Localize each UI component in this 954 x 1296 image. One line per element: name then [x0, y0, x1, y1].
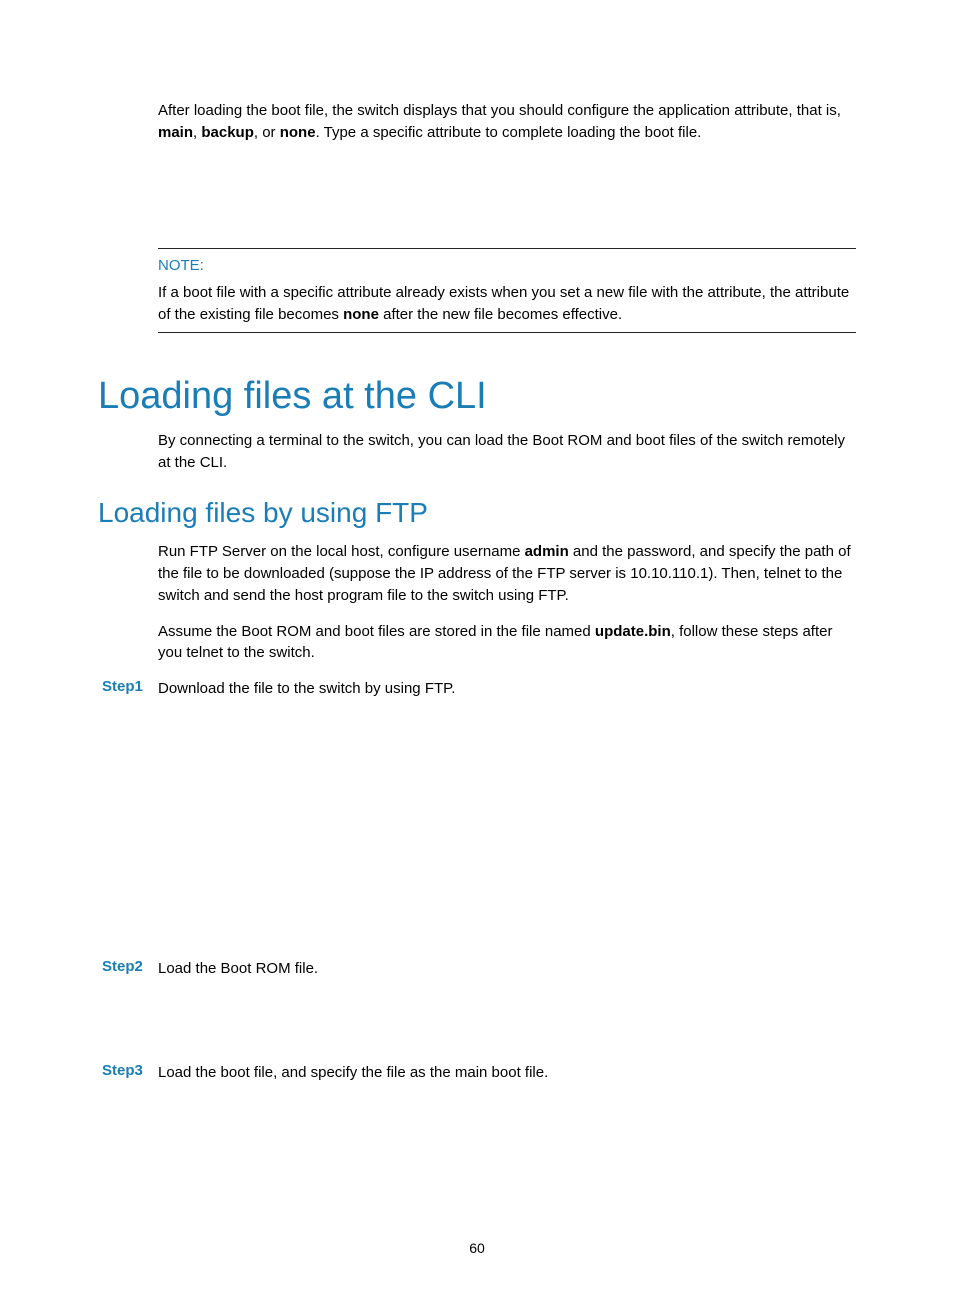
step-2: Step2 Load the Boot ROM file. — [98, 958, 856, 980]
paragraph: By connecting a terminal to the switch, … — [158, 430, 856, 474]
bold: main — [158, 124, 193, 141]
step-text: Load the Boot ROM file. — [158, 958, 856, 980]
step-label: Step1 — [102, 678, 158, 700]
spacer — [98, 980, 856, 1054]
text: Assume the Boot ROM and boot files are s… — [158, 623, 595, 640]
step-label: Step3 — [102, 1062, 158, 1084]
bold: update.bin — [595, 623, 671, 640]
bold: admin — [525, 543, 569, 560]
heading-1: Loading files at the CLI — [98, 375, 856, 418]
paragraph: Assume the Boot ROM and boot files are s… — [158, 621, 856, 665]
text: . Type a specific attribute to complete … — [316, 124, 702, 141]
note-text: If a boot file with a specific attribute… — [158, 282, 856, 326]
bold: none — [343, 306, 379, 323]
text: Run FTP Server on the local host, config… — [158, 543, 525, 560]
intro-paragraph: After loading the boot file, the switch … — [158, 100, 856, 144]
paragraph: Run FTP Server on the local host, config… — [158, 541, 856, 606]
heading-2: Loading files by using FTP — [98, 497, 856, 529]
bold: none — [280, 124, 316, 141]
document-page: After loading the boot file, the switch … — [0, 0, 954, 1123]
step-label: Step2 — [102, 958, 158, 980]
step-text: Load the boot file, and specify the file… — [158, 1062, 856, 1084]
step-text: Download the file to the switch by using… — [158, 678, 856, 700]
text: after the new file becomes effective. — [379, 306, 622, 323]
step-3: Step3 Load the boot file, and specify th… — [98, 1062, 856, 1084]
note-callout: NOTE: If a boot file with a specific att… — [158, 248, 856, 333]
page-number: 60 — [0, 1240, 954, 1256]
bold: backup — [201, 124, 254, 141]
text: After loading the boot file, the switch … — [158, 102, 841, 119]
note-label: NOTE: — [158, 255, 856, 277]
step-1: Step1 Download the file to the switch by… — [98, 678, 856, 700]
spacer — [98, 700, 856, 950]
text: , or — [254, 124, 280, 141]
